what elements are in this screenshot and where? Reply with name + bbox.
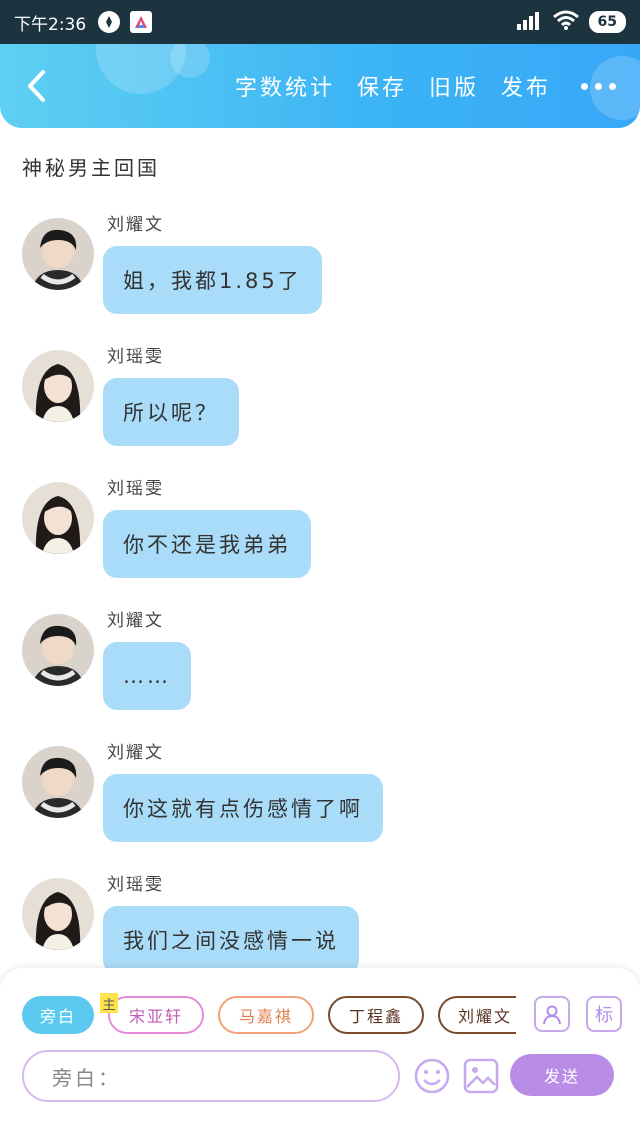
person-icon: [543, 1005, 561, 1025]
publish-button[interactable]: 发布: [501, 70, 551, 102]
emoji-button[interactable]: [412, 1056, 452, 1096]
role-chip-3[interactable]: 丁程鑫: [328, 996, 424, 1034]
main-character-badge: 主: [100, 993, 118, 1013]
smiley-icon: [414, 1058, 450, 1094]
wifi-icon: [552, 10, 579, 35]
role-chip-2[interactable]: 马嘉祺: [218, 996, 314, 1034]
story-title: 神秘男主回国: [22, 156, 160, 180]
chat-message: 刘瑶雯 你不还是我弟弟: [22, 474, 582, 594]
status-time: 下午2:36: [14, 14, 87, 35]
avatar-male[interactable]: [22, 218, 94, 290]
compass-icon: [98, 11, 121, 33]
signal-icon: [516, 10, 543, 35]
app-a-icon: [130, 11, 153, 33]
avatar-male[interactable]: [22, 614, 94, 686]
avatar-female[interactable]: [22, 482, 94, 554]
word-count-button[interactable]: 字数统计: [235, 70, 335, 102]
role-chip-narrator[interactable]: 旁白: [22, 996, 94, 1034]
avatar-female[interactable]: [22, 350, 94, 422]
chat-message: 刘耀文 ……: [22, 606, 582, 726]
message-input[interactable]: 旁白：: [22, 1050, 400, 1102]
label-button[interactable]: 标: [586, 996, 622, 1032]
send-button[interactable]: 发送: [510, 1054, 614, 1096]
message-bubble[interactable]: 姐，我都1.85了: [103, 246, 322, 314]
chat-message: 刘耀文 姐，我都1.85了: [22, 210, 582, 330]
decoration-bubble: [170, 44, 210, 78]
editor-header: 字数统计 保存 旧版 发布: [0, 44, 640, 128]
image-button[interactable]: [461, 1056, 501, 1096]
avatar-male[interactable]: [22, 746, 94, 818]
back-button[interactable]: [18, 66, 54, 106]
header-actions: 字数统计 保存 旧版 发布: [235, 44, 616, 128]
more-dots-icon[interactable]: [581, 71, 616, 101]
message-bubble[interactable]: ……: [103, 642, 191, 710]
message-bubble[interactable]: 我们之间没感情一说: [103, 906, 359, 974]
status-bar: 下午2:36 65: [0, 0, 640, 44]
chevron-left-icon: [28, 70, 45, 102]
add-character-button[interactable]: [534, 996, 570, 1032]
avatar-female[interactable]: [22, 878, 94, 950]
message-bubble[interactable]: 你不还是我弟弟: [103, 510, 311, 578]
save-button[interactable]: 保存: [357, 70, 407, 102]
chat-message: 刘耀文 你这就有点伤感情了啊: [22, 738, 582, 858]
speaker-name: 刘耀文: [107, 611, 164, 631]
role-chip-1[interactable]: 宋亚轩: [108, 996, 204, 1034]
battery-indicator: 65: [588, 11, 626, 33]
composer-panel: 旁白 宋亚轩 主 马嘉祺 丁程鑫 刘耀文 标 旁白： 发送: [0, 968, 640, 1138]
message-bubble[interactable]: 所以呢？: [103, 378, 239, 446]
speaker-name: 刘瑶雯: [107, 479, 164, 499]
speaker-name: 刘瑶雯: [107, 347, 164, 367]
old-version-button[interactable]: 旧版: [429, 70, 479, 102]
speaker-name: 刘耀文: [107, 215, 164, 235]
image-icon: [463, 1058, 499, 1094]
speaker-name: 刘耀文: [107, 743, 164, 763]
speaker-name: 刘瑶雯: [107, 875, 164, 895]
role-chip-4[interactable]: 刘耀文: [438, 996, 516, 1034]
message-bubble[interactable]: 你这就有点伤感情了啊: [103, 774, 383, 842]
chat-message: 刘瑶雯 所以呢？: [22, 342, 582, 462]
